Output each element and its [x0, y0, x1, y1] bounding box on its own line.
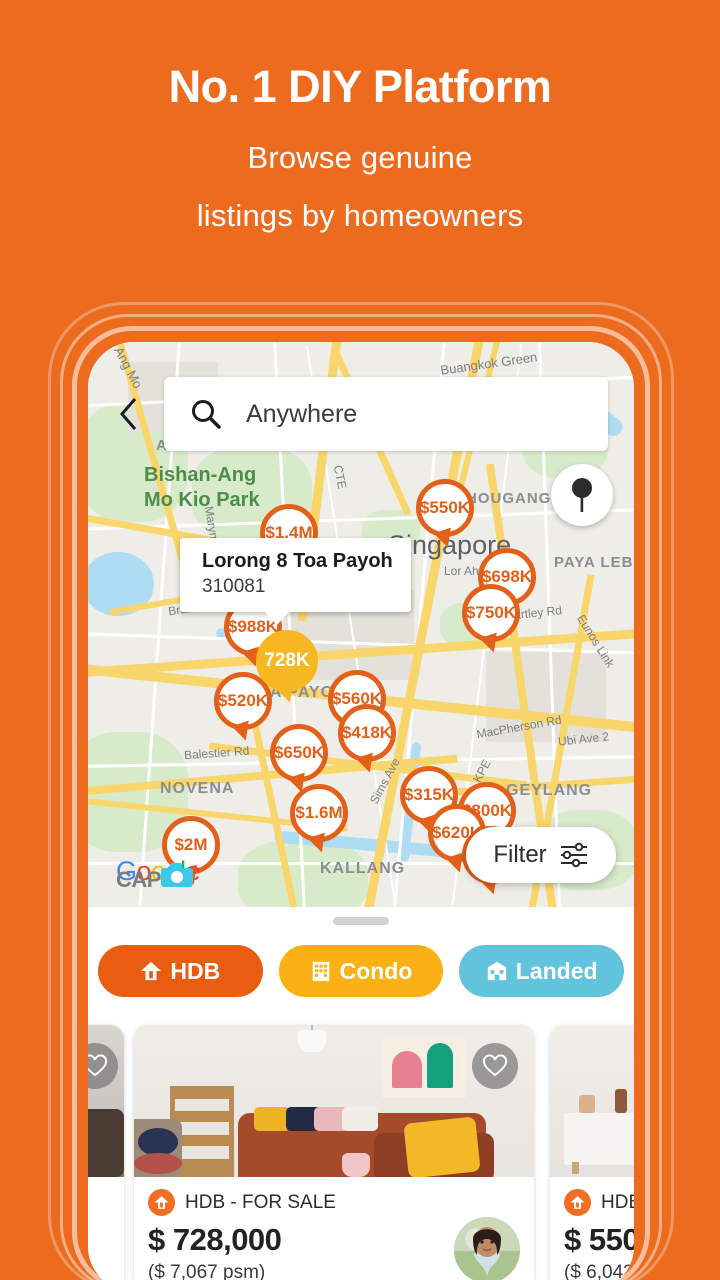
map-label: NOVENA	[160, 780, 235, 797]
listing-photo[interactable]	[134, 1025, 534, 1177]
filter-label: Filter	[493, 841, 547, 868]
listing-photo[interactable]	[550, 1025, 634, 1177]
map-pin-icon	[572, 478, 592, 512]
map-tooltip[interactable]: Lorong 8 Toa Payoh 310081	[180, 538, 411, 625]
filter-button[interactable]: Filter	[466, 827, 616, 883]
promo-subline-2: listings by homeowners	[196, 197, 524, 233]
listing-price: $ 550	[564, 1222, 634, 1257]
sheet-drag-handle[interactable]	[333, 917, 389, 925]
tab-condo[interactable]: Condo	[278, 945, 444, 997]
camera-icon	[160, 862, 194, 895]
search-input[interactable]: Anywhere	[246, 400, 357, 429]
listing-psm: ($ 6,043 p	[564, 1262, 634, 1280]
map-marker-selected[interactable]: 728K	[256, 630, 318, 692]
house-arrow-icon	[141, 961, 162, 981]
chevron-left-icon	[120, 398, 137, 430]
map-label: Bishan-Ang	[144, 464, 257, 486]
listing-badge: HDB - FOR SALE	[148, 1189, 520, 1216]
map-marker[interactable]: $650K	[270, 724, 328, 782]
sliders-icon	[560, 842, 587, 868]
google-logo: Google CAPE	[116, 856, 201, 892]
my-location-button[interactable]	[551, 464, 613, 526]
listing-card-next[interactable]: HDB - $ 550 ($ 6,043 p BLK 21	[550, 1025, 634, 1280]
agent-avatar[interactable]	[454, 1217, 520, 1280]
map-label: KALLANG	[320, 860, 406, 877]
map-marker[interactable]: $750K	[462, 584, 520, 642]
map-label: HOUGANG	[466, 490, 552, 507]
listing-badge: HDB -	[564, 1189, 634, 1216]
map-label: PAYA LEBAR	[554, 554, 634, 571]
map-label: GEYLANG	[506, 782, 593, 799]
favorite-button[interactable]	[472, 1043, 518, 1089]
tooltip-postal: 310081	[202, 576, 266, 597]
tab-landed[interactable]: Landed	[459, 945, 625, 997]
listing-photo-image	[134, 1025, 534, 1177]
listing-carousel[interactable]: HDB - FOR SALE $ 728,000 ($ 7,067 psm) B…	[88, 1025, 634, 1280]
tab-hdb[interactable]: HDB	[98, 945, 263, 997]
listing-card-previous[interactable]	[88, 1025, 124, 1280]
heart-icon	[88, 1054, 108, 1077]
tab-condo-label: Condo	[339, 957, 413, 984]
page-title: No. 1 DIY Platform	[168, 61, 552, 112]
heart-icon	[482, 1054, 508, 1077]
back-button[interactable]	[116, 394, 142, 439]
hdb-badge-icon	[148, 1189, 175, 1216]
listing-card[interactable]: HDB - FOR SALE $ 728,000 ($ 7,067 psm) B…	[134, 1025, 534, 1280]
listing-photo[interactable]	[88, 1025, 124, 1177]
map-view[interactable]: Buangkok GreenAng MoANG MO KIOBishan-Ang…	[88, 342, 634, 907]
property-type-tabs: HDB Condo Landed	[88, 945, 634, 997]
tab-hdb-label: HDB	[170, 957, 221, 984]
listing-badge-label: HDB - FOR SALE	[185, 1191, 336, 1213]
listing-photo-image	[550, 1025, 634, 1177]
promo-subline-1: Browse genuine	[247, 139, 473, 175]
listing-details: HDB - $ 550 ($ 6,043 p BLK 21	[550, 1177, 634, 1280]
promo-headline-block: No. 1 DIY Platform Browse genuine listin…	[0, 62, 720, 234]
tab-landed-label: Landed	[515, 957, 598, 984]
search-icon	[192, 400, 221, 429]
tooltip-title: Lorong 8 Toa Payoh	[202, 550, 393, 572]
hdb-badge-icon	[564, 1189, 591, 1216]
apartment-icon	[312, 961, 329, 982]
listing-details: HDB - FOR SALE $ 728,000 ($ 7,067 psm) B…	[134, 1177, 534, 1280]
search-bar[interactable]: Anywhere	[164, 377, 608, 451]
bottom-sheet: HDB Condo Landed HDB - FOR SALE $ 728,00…	[88, 907, 634, 1280]
phone-screen: Buangkok GreenAng MoANG MO KIOBishan-Ang…	[88, 342, 634, 1280]
listing-badge-label: HDB -	[601, 1191, 634, 1213]
map-marker[interactable]: $418K	[338, 704, 396, 762]
landed-house-icon	[487, 961, 506, 981]
promo-screenshot: No. 1 DIY Platform Browse genuine listin…	[0, 0, 720, 1280]
map-marker[interactable]: $550K	[416, 479, 474, 537]
map-marker[interactable]: $1.6M	[290, 784, 348, 842]
